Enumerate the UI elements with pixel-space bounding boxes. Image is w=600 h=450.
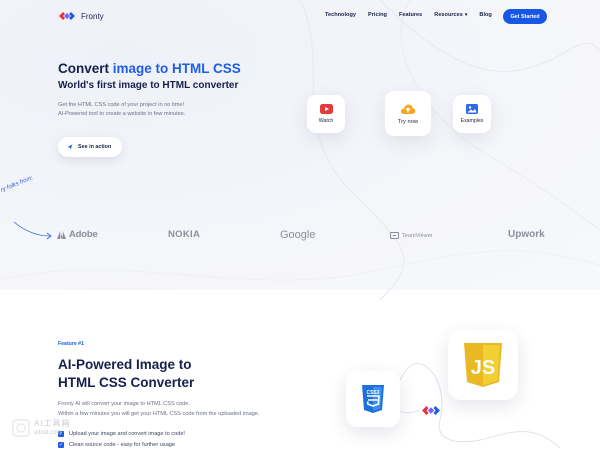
feature-description: Fronty AI will convert your image to HTM… <box>58 400 298 419</box>
examples-label: Examples <box>460 118 484 124</box>
paper-plane-icon <box>67 144 73 150</box>
nav-link-resources-label: Resources <box>434 12 463 18</box>
feature-title-line-2: HTML CSS Converter <box>58 375 195 390</box>
nav-link-blog[interactable]: Blog <box>479 12 491 18</box>
top-nav: Fronty Technology Pricing Features Resou… <box>0 0 600 34</box>
fronty-logo-icon <box>58 10 76 22</box>
page: Fronty Technology Pricing Features Resou… <box>0 0 600 450</box>
watch-card[interactable]: Watch <box>307 95 345 133</box>
nav-link-technology[interactable]: Technology <box>325 12 356 18</box>
teamviewer-logo-icon <box>390 232 399 239</box>
check-item: ✓ Upload your image and convert image to… <box>58 428 185 439</box>
hero-title-prefix: Convert <box>58 61 113 76</box>
watch-label: Watch <box>318 118 334 124</box>
brand-nokia: NOKIA <box>168 229 201 240</box>
watermark-subtitle: aitool.com <box>34 430 62 436</box>
brand-upwork: Upwork <box>508 229 545 240</box>
hero-title: Convert image to HTML CSS <box>58 61 241 76</box>
see-in-action-label: See in action <box>78 144 112 150</box>
css3-logo-icon: CSS3 <box>362 385 384 413</box>
hero-description: Get the HTML CSS code of your project in… <box>58 101 258 119</box>
logo-text: Fronty <box>81 11 104 21</box>
nav-links: Technology Pricing Features Resources ▾ … <box>325 12 504 18</box>
feature-title: AI-Powered Image to HTML CSS Converter <box>58 356 194 392</box>
hero-desc-line-1: Get the HTML CSS code of your project in… <box>58 102 185 108</box>
nav-link-features[interactable]: Features <box>399 12 422 18</box>
brand-adobe-name: Adobe <box>69 229 98 240</box>
watermark-title: AI工具箱 <box>34 419 71 428</box>
hero-title-accent: image to HTML CSS <box>112 61 241 76</box>
nav-link-pricing[interactable]: Pricing <box>368 12 387 18</box>
try-now-card[interactable]: Try now <box>385 91 431 136</box>
caret-down-icon: ▾ <box>464 12 468 18</box>
fronty-mini-logo-icon <box>422 406 440 415</box>
image-gallery-icon <box>466 104 478 114</box>
feature-tag: Feature #1 <box>58 341 84 347</box>
brand-teamviewer: TeamViewer <box>390 232 433 239</box>
feature-check-list: ✓ Upload your image and convert image to… <box>58 428 185 450</box>
try-now-label: Try now <box>397 118 419 125</box>
hero-desc-line-2: AI-Powered tool to create a website in f… <box>58 111 186 117</box>
javascript-badge: JS <box>448 330 518 400</box>
see-in-action-button[interactable]: See in action <box>58 137 122 157</box>
feature-title-line-1: AI-Powered Image to <box>58 357 192 372</box>
feature-desc-line-1: Fronty AI will convert your image to HTM… <box>58 401 190 407</box>
check-item: ✓ Clean source code - easy for further u… <box>58 439 185 450</box>
get-started-button[interactable]: Get Started <box>503 9 547 24</box>
css3-badge: CSS3 <box>346 371 400 427</box>
hero-subtitle: World's first image to HTML converter <box>58 80 239 91</box>
css3-logo-text: CSS3 <box>366 390 379 396</box>
js-logo-text: JS <box>471 357 495 379</box>
check-item-label: Clean source code - easy for further usa… <box>69 441 176 448</box>
examples-card[interactable]: Examples <box>453 95 491 133</box>
upload-cloud-icon <box>400 104 416 114</box>
javascript-logo-icon: JS <box>464 343 502 387</box>
brand-teamviewer-name: TeamViewer <box>402 232 433 239</box>
brand-google: Google <box>280 229 316 241</box>
nav-link-resources[interactable]: Resources ▾ <box>434 12 467 18</box>
check-item-label: Upload your image and convert image to c… <box>69 430 185 437</box>
youtube-play-icon <box>319 104 333 114</box>
adobe-logo-icon <box>57 230 66 239</box>
feature-desc-line-2: Within a few minutes you will get your H… <box>58 410 260 417</box>
brand-adobe: Adobe <box>57 229 98 240</box>
logo[interactable]: Fronty <box>58 10 104 22</box>
